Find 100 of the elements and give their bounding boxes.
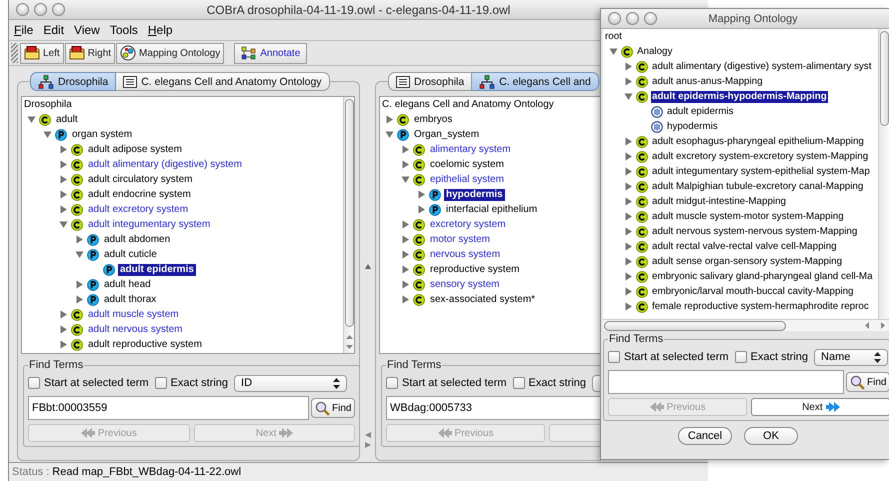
tree-item[interactable]: sex-associated system*	[428, 294, 538, 306]
checkbox-label[interactable]: Exact string	[750, 351, 808, 363]
checkbox-label[interactable]: Exact string	[170, 377, 228, 389]
expand-arrow-icon[interactable]	[624, 212, 633, 221]
tree-item[interactable]: adult muscle system	[86, 308, 181, 320]
search-field[interactable]	[608, 370, 844, 394]
collapse-arrow-icon[interactable]	[624, 92, 633, 101]
tree-item[interactable]: reproductive system	[428, 264, 522, 276]
tree-item[interactable]: adult circulatory system	[86, 174, 194, 186]
collapse-arrow-icon[interactable]	[59, 220, 68, 229]
expand-arrow-icon[interactable]	[401, 160, 410, 169]
expand-arrow-icon[interactable]	[417, 205, 426, 214]
expand-arrow-icon[interactable]	[59, 310, 68, 319]
tree-item[interactable]: nervous system	[428, 248, 502, 260]
tree-item[interactable]: adult head	[102, 278, 153, 290]
tab[interactable]: C. elegans Cell and	[472, 72, 599, 91]
toolbar-button[interactable]: Left	[20, 42, 64, 64]
search-field[interactable]: FBbt:00003559	[28, 396, 309, 420]
tree-item[interactable]: adult Malpighian tubule-excretory canal-Mapping	[651, 180, 864, 192]
window-control[interactable]	[608, 12, 621, 25]
expand-arrow-icon[interactable]	[624, 197, 633, 206]
collapse-arrow-icon[interactable]	[75, 250, 84, 259]
toolbar-button[interactable]: Mapping Ontology	[116, 42, 224, 64]
tree-item[interactable]: embryonic/larval mouth-buccal cavity-Mapping	[651, 286, 854, 298]
scroll-thumb[interactable]	[344, 99, 354, 327]
checkbox-label[interactable]: Start at selected term	[402, 377, 507, 389]
tree-item[interactable]: adult cuticle	[102, 248, 159, 260]
tree-item[interactable]: embryos	[412, 114, 454, 126]
checkbox[interactable]	[512, 377, 525, 389]
scrollbar[interactable]	[878, 29, 889, 319]
expand-arrow-icon[interactable]	[624, 302, 633, 311]
tree-item[interactable]: interfacial epithelium	[444, 204, 540, 216]
menu-item[interactable]: View	[73, 23, 101, 37]
scroll-thumb[interactable]	[880, 31, 888, 126]
collapse-arrow-icon[interactable]	[609, 47, 618, 56]
scrollbar[interactable]	[603, 319, 889, 331]
tree-item[interactable]: adult sense organ-sensory system-Mapping	[651, 256, 844, 268]
tree-item[interactable]: adult nervous system-nervous system-Mapping	[651, 226, 858, 238]
next-button[interactable]: Next	[751, 398, 889, 416]
tab[interactable]: Drosophila	[30, 72, 116, 91]
tree-item[interactable]: sensory system	[428, 278, 502, 290]
expand-arrow-icon[interactable]	[624, 77, 633, 86]
tab[interactable]: C. elegans Cell and Anatomy Ontology	[116, 72, 330, 91]
checkbox[interactable]	[608, 351, 620, 363]
tree-item[interactable]: adult rectal valve-rectal valve cell-Mapping	[651, 240, 838, 252]
expand-arrow-icon[interactable]	[59, 145, 68, 154]
expand-arrow-icon[interactable]	[59, 340, 68, 349]
checkbox[interactable]	[154, 377, 167, 389]
expand-arrow-icon[interactable]	[401, 235, 410, 244]
tree-item[interactable]: adult	[54, 114, 80, 126]
search-field[interactable]: WBdag:0005733	[386, 396, 601, 420]
dropdown[interactable]: ID	[234, 374, 348, 392]
expand-arrow-icon[interactable]	[75, 280, 84, 289]
tab[interactable]: Drosophila	[388, 72, 472, 91]
window-control[interactable]	[16, 3, 29, 16]
checkbox[interactable]	[734, 351, 747, 363]
window-control[interactable]	[52, 3, 65, 16]
tree-item[interactable]: adult alimentary (digestive) system	[86, 158, 244, 170]
dropdown[interactable]: Name	[814, 348, 888, 366]
tree-item[interactable]: embryonic salivary gland-pharyngeal gland cell-Ma	[651, 270, 874, 282]
expand-arrow-icon[interactable]	[401, 145, 410, 154]
expand-arrow-icon[interactable]	[75, 295, 84, 304]
tree-item[interactable]: epithelial system	[428, 174, 506, 186]
window-control[interactable]	[644, 12, 657, 25]
collapse-arrow-icon[interactable]	[27, 115, 36, 124]
tree-root[interactable]: Drosophila	[22, 98, 343, 112]
tree-item[interactable]: organ system	[70, 128, 134, 140]
tree-item[interactable]: motor system	[428, 234, 492, 246]
expand-arrow-icon[interactable]	[624, 62, 633, 71]
expand-arrow-icon[interactable]	[624, 137, 633, 146]
tree-item[interactable]: Organ_system	[412, 128, 482, 140]
window-control[interactable]	[34, 3, 47, 16]
tree-root[interactable]: root	[603, 30, 878, 44]
expand-arrow-icon[interactable]	[401, 280, 410, 289]
expand-arrow-icon[interactable]	[624, 152, 633, 161]
tree-item[interactable]: hypodermis	[444, 188, 505, 200]
tree-item[interactable]: adult integumentary system-epithelial system-Map	[651, 166, 871, 178]
tree-item[interactable]: adult esophagus-pharyngeal epithelium-Mapping	[651, 136, 865, 148]
tree-item[interactable]: adult epidermis-hypodermis-Mapping	[651, 90, 828, 102]
tree-item[interactable]: hypodermis	[666, 120, 719, 132]
tree-item[interactable]: adult epidermis	[666, 106, 734, 118]
expand-arrow-icon[interactable]	[75, 235, 84, 244]
tree-item[interactable]: excretory system	[428, 218, 508, 230]
expand-arrow-icon[interactable]	[385, 115, 394, 124]
expand-arrow-icon[interactable]	[401, 265, 410, 274]
checkbox-label[interactable]: Exact string	[528, 377, 586, 389]
expand-arrow-icon[interactable]	[401, 295, 410, 304]
tree-root[interactable]: C. elegans Cell and Anatomy Ontology	[380, 98, 601, 112]
expand-arrow-icon[interactable]	[401, 220, 410, 229]
tree-item[interactable]: female reproductive system-hermaphrodite reproc	[651, 300, 870, 312]
expand-arrow-icon[interactable]	[624, 227, 633, 236]
window-control[interactable]	[626, 12, 639, 25]
expand-arrow-icon[interactable]	[59, 325, 68, 334]
tree-item[interactable]: adult thorax	[102, 294, 158, 306]
menu-item[interactable]: Tools	[108, 23, 139, 37]
tree-item[interactable]: adult anus-anus-Mapping	[651, 76, 764, 88]
menu-item[interactable]: Edit	[42, 23, 66, 37]
tree-item[interactable]: adult excretory system	[86, 204, 190, 216]
tree-item[interactable]: adult nervous system	[86, 324, 184, 336]
checkbox-label[interactable]: Start at selected term	[44, 377, 149, 389]
